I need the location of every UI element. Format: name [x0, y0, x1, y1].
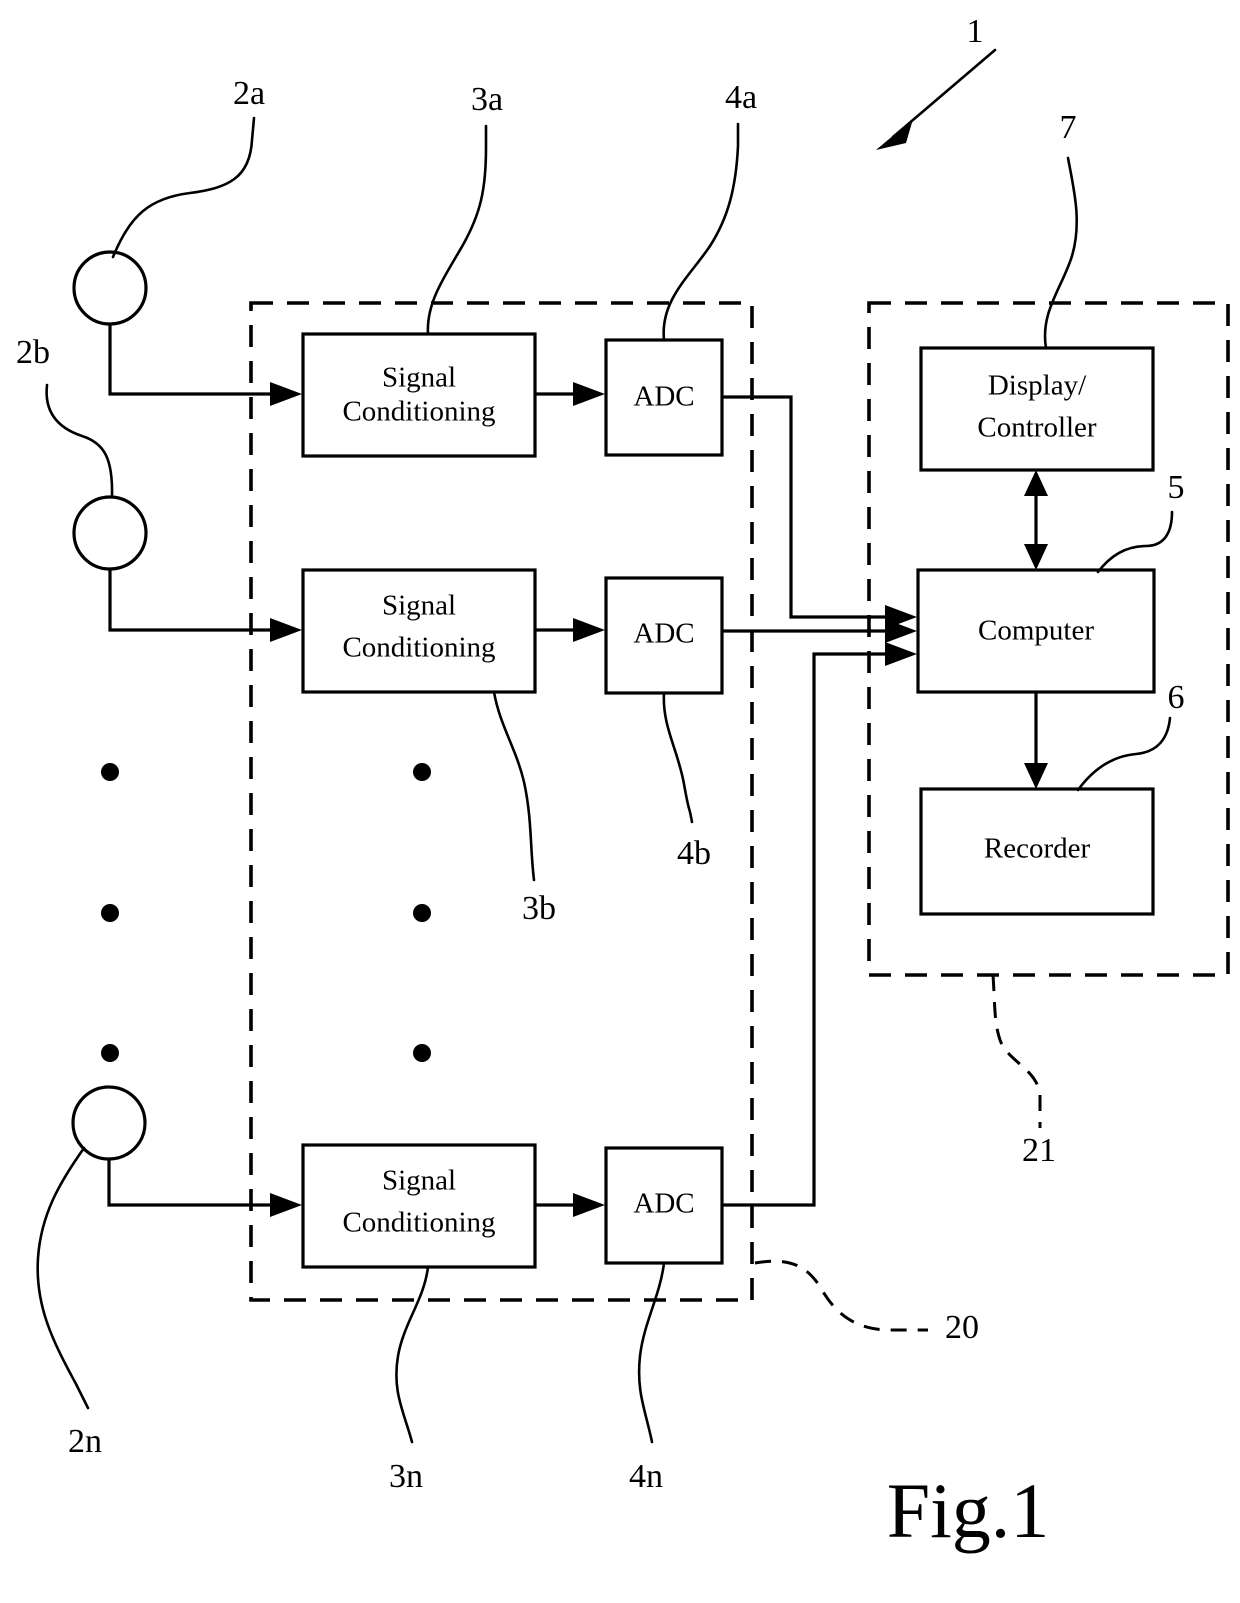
leader-line-sensor-b: [45, 383, 114, 499]
ref-label-adc-b: 4b: [677, 835, 711, 872]
arrowhead-adc-b-input: [573, 618, 605, 642]
ref-label-conditioning-b: 3b: [522, 890, 556, 927]
arrowhead-conditioning-n-input: [270, 1193, 302, 1217]
leader-line-sensor-a: [111, 116, 256, 259]
leader-line-sensor-n: [36, 1146, 90, 1410]
sensor-circle-2a: [72, 250, 148, 326]
wire-adc-a-to-computer: [722, 395, 885, 619]
ref-label-adc-a: 4a: [725, 79, 757, 116]
signal-conditioning-n-line2: Conditioning: [342, 1207, 495, 1239]
ref-label-computer: 5: [1168, 469, 1185, 506]
ref-label-sensor-a: 2a: [233, 75, 265, 112]
leader-line-conditioning-b: [492, 690, 536, 882]
signal-conditioning-a-line1: Signal: [382, 362, 456, 394]
arrowhead-computer-from-display: [1024, 544, 1048, 570]
leader-line-acquisition-unit: [754, 1259, 928, 1332]
figure-caption: Fig.1: [887, 1467, 1050, 1554]
leader-line-processing-unit: [991, 974, 1042, 1128]
arrowhead-conditioning-b-input: [270, 618, 302, 642]
leader-line-adc-a: [662, 122, 740, 342]
leader-line-recorder: [1076, 716, 1172, 792]
wire-sensor-b-to-conditioning: [108, 569, 270, 632]
leader-line-adc-b: [662, 691, 694, 824]
ref-label-acquisition-unit: 20: [945, 1309, 979, 1346]
ellipsis-dot-conditioning-1: [413, 763, 431, 781]
wire-sensor-n-to-conditioning: [107, 1159, 270, 1207]
display-controller-line2: Controller: [977, 412, 1097, 444]
arrowhead-conditioning-a-input: [270, 382, 302, 406]
arrowhead-display-input: [1024, 470, 1048, 496]
arrowhead-adc-a-input: [573, 382, 605, 406]
ref-label-conditioning-n: 3n: [389, 1458, 423, 1495]
ellipsis-dot-sensors-1: [101, 763, 119, 781]
adc-a-label: ADC: [633, 381, 694, 413]
adc-n-label: ADC: [633, 1188, 694, 1220]
display-controller-line1: Display/: [988, 370, 1087, 402]
ref-label-conditioning-a: 3a: [471, 81, 503, 118]
signal-conditioning-a-line2: Conditioning: [342, 396, 495, 428]
ellipsis-dot-sensors-2: [101, 904, 119, 922]
ref-label-recorder: 6: [1168, 679, 1185, 716]
computer-label: Computer: [978, 615, 1094, 647]
ref-label-display-controller: 7: [1060, 109, 1077, 146]
leader-line-adc-n: [637, 1261, 666, 1444]
arrowhead-recorder-input: [1024, 763, 1048, 789]
wire-adc-n-to-computer: [722, 652, 885, 1207]
display-controller-box: [919, 346, 1155, 472]
ellipsis-dot-conditioning-3: [413, 1044, 431, 1062]
patent-figure-canvas: Signal Conditioning Signal Conditioning …: [0, 0, 1240, 1603]
signal-conditioning-b-line2: Conditioning: [342, 632, 495, 664]
ref-label-sensor-b: 2b: [16, 334, 50, 371]
sensor-circle-2b: [72, 495, 148, 571]
ellipsis-dot-sensors-3: [101, 1044, 119, 1062]
leader-line-conditioning-n: [395, 1265, 430, 1444]
wire-sensor-a-to-conditioning: [108, 324, 270, 396]
recorder-label: Recorder: [984, 833, 1091, 865]
ellipsis-dot-conditioning-2: [413, 904, 431, 922]
signal-conditioning-n-line1: Signal: [382, 1165, 456, 1197]
ref-label-system: 1: [967, 13, 984, 50]
ref-label-adc-n: 4n: [629, 1458, 663, 1495]
adc-b-label: ADC: [633, 618, 694, 650]
arrowhead-computer-input-3: [885, 642, 917, 666]
leader-line-display-controller: [1043, 156, 1079, 350]
figure-diagram: Signal Conditioning Signal Conditioning …: [16, 13, 1230, 1554]
arrowhead-system-1: [876, 119, 913, 150]
ref-label-processing-unit: 21: [1022, 1132, 1056, 1169]
signal-conditioning-b-line1: Signal: [382, 590, 456, 622]
arrowhead-adc-n-input: [573, 1193, 605, 1217]
ref-label-sensor-n: 2n: [68, 1423, 102, 1460]
leader-line-computer: [1096, 510, 1174, 574]
